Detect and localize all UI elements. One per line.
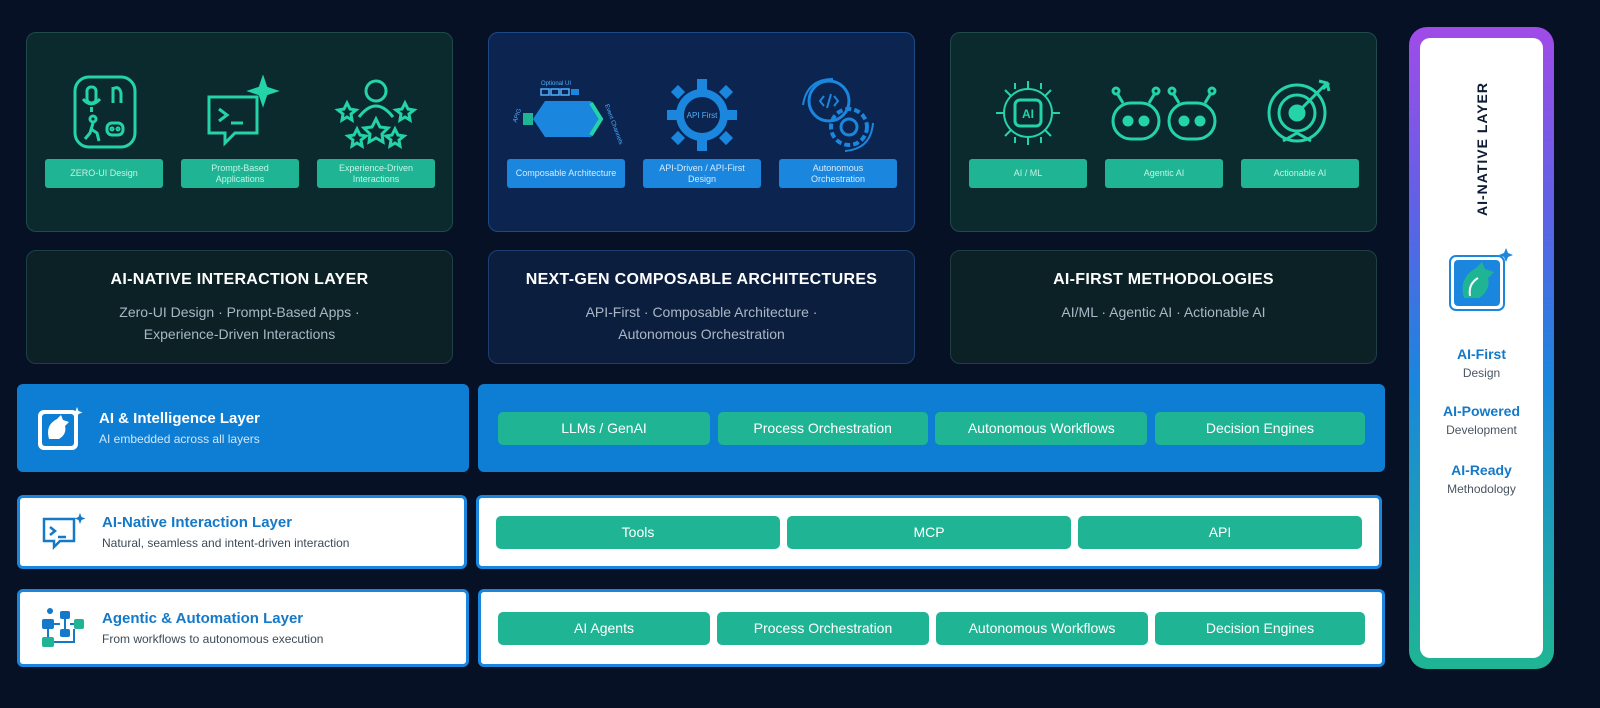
sidebar-vertical-title: AI-NATIVE LAYER <box>1473 82 1490 217</box>
layer-subtitle: Natural, seamless and intent-driven inte… <box>102 536 350 550</box>
desc-panel-interaction: AI-NATIVE INTERACTION LAYER Zero-UI Desi… <box>26 250 453 364</box>
pill-api: API <box>1078 515 1362 549</box>
layer-text: AI-Native Interaction Layer Natural, sea… <box>102 514 349 550</box>
architecture-icons-panel: APIG Event Channels Optional UI Composab… <box>488 32 915 232</box>
sidebar-item-small: Design <box>1462 366 1501 380</box>
ai-fox-logo-icon <box>1449 248 1513 311</box>
sidebar-item-strong: AI-Ready <box>1451 462 1512 478</box>
optional-ui-label: Optional UI <box>541 81 571 87</box>
pill-tools: Tools <box>496 515 780 549</box>
desc-panel-architectures: NEXT-GEN COMPOSABLE ARCHITECTURES API-Fi… <box>488 250 915 364</box>
pill-decision-engines: Decision Engines <box>1155 611 1365 645</box>
layer-text: AI & Intelligence Layer AI embedded acro… <box>99 410 260 446</box>
desc-line: Experience-Driven Interactions <box>143 326 336 342</box>
desc-text: API-First · Composable Architecture · Au… <box>489 301 914 345</box>
sidebar-item-strong: AI-First <box>1457 346 1506 362</box>
layer-subtitle: AI embedded across all layers <box>99 432 260 446</box>
agentic-automation-layer-card: Agentic & Automation Layer From workflow… <box>17 589 469 667</box>
icon-item-composable: APIG Event Channels Optional UI Composab… <box>507 75 625 188</box>
desc-title: NEXT-GEN COMPOSABLE ARCHITECTURES <box>525 271 878 288</box>
icon-item-zero-ui: ZERO-UI Design <box>45 75 163 188</box>
icon-item-experience-driven: Experience-Driven Interactions <box>317 75 435 188</box>
terminal-chat-icon <box>42 513 86 551</box>
sidebar-panel: AI-NATIVE LAYER AI-First Design AI-Power… <box>1420 38 1543 658</box>
sidebar-item-small: Methodology <box>1447 482 1516 496</box>
tag-composable-architecture: Composable Architecture <box>507 159 625 188</box>
ai-native-interaction-items: Tools MCP API <box>476 495 1382 569</box>
icon-item-orchestration: Autonomous Orchestration <box>779 75 897 188</box>
ai-native-interaction-layer-card: AI-Native Interaction Layer Natural, sea… <box>17 495 467 569</box>
desc-line: Autonomous Orchestration <box>618 326 785 342</box>
layer-title: AI-Native Interaction Layer <box>102 514 293 531</box>
pill-ai-agents: AI Agents <box>498 611 710 645</box>
layer-subtitle: From workflows to autonomous execution <box>102 632 324 646</box>
tag-autonomous-orchestration: Autonomous Orchestration <box>779 159 897 188</box>
tag-ai-ml: AI / ML <box>969 159 1087 188</box>
desc-title: AI-NATIVE INTERACTION LAYER <box>110 271 369 288</box>
sidebar-item-ai-first: AI-First Design <box>1420 346 1543 380</box>
layer-text: Agentic & Automation Layer From workflow… <box>102 610 323 646</box>
sidebar-item-small: Development <box>1446 423 1517 437</box>
desc-text: AI/ML · Agentic AI · Actionable AI <box>951 301 1376 323</box>
orchestration-gears-icon <box>802 78 874 152</box>
apig-label: APIG <box>513 108 524 124</box>
icon-item-prompt-based: Prompt-Based Applications <box>181 75 299 188</box>
workflow-icon <box>42 608 84 647</box>
methodology-icons-panel: AI AI / ML Agentic AI Actionable AI <box>950 32 1377 232</box>
pill-decision-engines: Decision Engines <box>1154 411 1365 445</box>
agentic-robot-icon <box>1111 86 1217 141</box>
event-channels-label: Event Channels <box>603 104 623 146</box>
ai-intelligence-layer-card: AI & Intelligence Layer AI embedded acro… <box>17 384 469 472</box>
experience-stars-icon <box>334 79 418 149</box>
pill-autonomous-workflows: Autonomous Workflows <box>935 411 1148 445</box>
layer-title: Agentic & Automation Layer <box>102 610 304 627</box>
sidebar-item-strong: AI-Powered <box>1442 403 1520 419</box>
sidebar-item-ai-powered: AI-Powered Development <box>1420 403 1543 437</box>
prompt-chat-icon <box>207 75 280 147</box>
interaction-icons-panel: ZERO-UI Design Prompt-Based Applications… <box>26 32 453 232</box>
ai-fox-logo-icon <box>38 407 83 450</box>
ai-native-layer-sidebar: AI-NATIVE LAYER AI-First Design AI-Power… <box>1409 27 1554 669</box>
pill-process-orchestration: Process Orchestration <box>717 611 929 645</box>
ai-intelligence-items: LLMs / GenAI Process Orchestration Auton… <box>478 384 1385 472</box>
icon-item-api-first: API First API-Driven / API-First Design <box>643 75 761 188</box>
tag-zero-ui-design: ZERO-UI Design <box>45 159 163 188</box>
tag-experience-driven-interactions: Experience-Driven Interactions <box>317 159 435 188</box>
pill-llms-genai: LLMs / GenAI <box>498 411 710 445</box>
icon-item-ai-ml: AI AI / ML <box>969 75 1087 188</box>
target-arrow-icon <box>1267 79 1331 143</box>
tag-actionable-ai: Actionable AI <box>1241 159 1359 188</box>
sidebar-item-ai-ready: AI-Ready Methodology <box>1420 462 1543 496</box>
icon-item-agentic-ai: Agentic AI <box>1105 75 1223 188</box>
desc-line: Zero-UI Design · Prompt-Based Apps · <box>119 304 360 320</box>
ai-chip-icon: AI <box>996 81 1060 145</box>
ai-chip-text: AI <box>1022 107 1034 121</box>
api-first-gear-text: API First <box>687 111 718 120</box>
pill-autonomous-workflows: Autonomous Workflows <box>936 611 1148 645</box>
desc-line: API-First · Composable Architecture · <box>585 304 818 320</box>
icon-item-actionable-ai: Actionable AI <box>1241 75 1359 188</box>
layer-title: AI & Intelligence Layer <box>99 410 260 427</box>
desc-panel-methodologies: AI-FIRST METHODOLOGIES AI/ML · Agentic A… <box>950 250 1377 364</box>
desc-title: AI-FIRST METHODOLOGIES <box>1053 271 1274 288</box>
pill-mcp: MCP <box>787 515 1071 549</box>
agentic-automation-items: AI Agents Process Orchestration Autonomo… <box>478 589 1385 667</box>
tag-api-first-design: API-Driven / API-First Design <box>643 159 761 188</box>
tag-prompt-based-applications: Prompt-Based Applications <box>181 159 299 188</box>
api-first-gear-icon: API First <box>667 79 737 151</box>
desc-line: AI/ML · Agentic AI · Actionable AI <box>1061 304 1266 320</box>
desc-text: Zero-UI Design · Prompt-Based Apps · Exp… <box>27 301 452 345</box>
composable-architecture-icon: APIG Event Channels Optional UI <box>513 81 624 146</box>
zero-ui-icon <box>73 75 137 149</box>
tag-agentic-ai: Agentic AI <box>1105 159 1223 188</box>
pill-process-orchestration: Process Orchestration <box>717 411 928 445</box>
